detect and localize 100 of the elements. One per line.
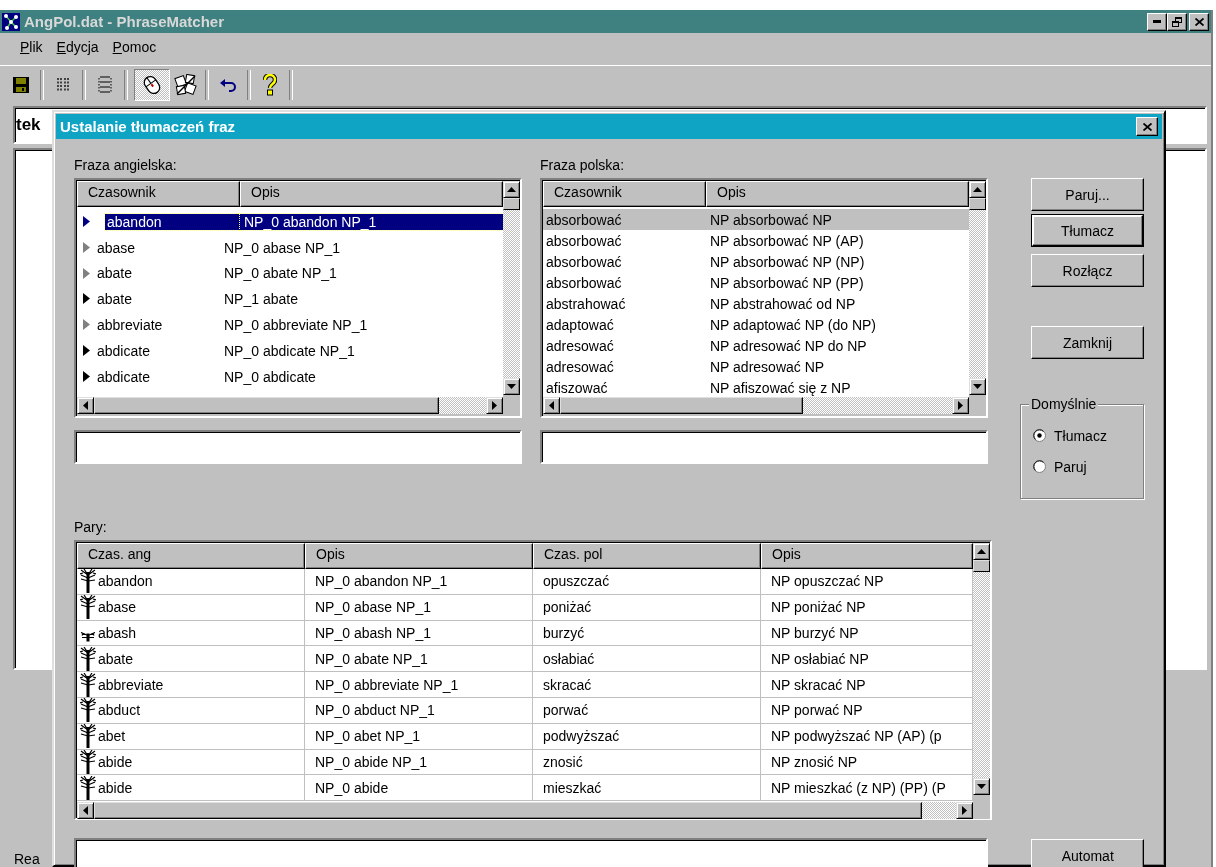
list-row[interactable]: absorbować NP absorbować NP <box>543 209 969 230</box>
cell-text: NP porwać NP <box>771 702 863 719</box>
cell-text: NP_0 abate NP_1 <box>315 650 428 667</box>
dialog-title: Ustalanie tłumaczeń fraz <box>60 118 236 135</box>
input-field[interactable] <box>540 430 988 464</box>
menu-item[interactable]: Pomoc <box>112 39 157 55</box>
down-arrow-icon <box>977 784 986 789</box>
column-header[interactable]: Czasownik <box>543 181 706 207</box>
group-label: Domyślnie <box>1029 396 1099 412</box>
close-button[interactable] <box>1189 12 1209 31</box>
tree-icon <box>80 595 96 620</box>
minimize-button[interactable] <box>1147 12 1167 31</box>
description-text: NP_0 abdicate <box>224 368 316 385</box>
tree-icon <box>80 672 96 697</box>
list-row[interactable]: abate NP_1 abate <box>77 286 503 313</box>
list-row[interactable]: abase NP_0 abase NP_1 <box>77 234 503 261</box>
scrollbar-thumb[interactable] <box>973 560 990 572</box>
verb-text: afiszować <box>546 379 608 396</box>
cell-text: abduct <box>98 702 141 719</box>
verb-text: abbreviate <box>97 317 163 334</box>
window-title: AngPol.dat - PhraseMatcher <box>24 13 226 30</box>
radio-button[interactable] <box>1033 460 1046 473</box>
scroll-down-button[interactable] <box>503 378 520 395</box>
scroll-up-button[interactable] <box>969 181 986 198</box>
input-field[interactable] <box>74 430 522 464</box>
table-label: Pary: <box>74 519 108 536</box>
list-row[interactable]: absorbować NP absorbować NP (AP) <box>543 230 969 251</box>
dialog-button[interactable]: Tłumacz <box>1031 214 1144 247</box>
list-row[interactable]: abandon NP_0 abandon NP_1 <box>77 209 503 235</box>
tree-icon <box>80 646 96 671</box>
tree-icon <box>80 569 96 594</box>
right-arrow-icon <box>492 401 497 410</box>
menu-item[interactable]: Edycja <box>56 39 99 55</box>
cell-text: NP_0 abash NP_1 <box>315 625 431 641</box>
cell-text: opuszczać <box>543 573 610 590</box>
dialog-button[interactable]: Paruj... <box>1031 178 1144 211</box>
list-label: Fraza polska: <box>540 157 626 174</box>
scrollbar-thumb[interactable] <box>94 397 439 414</box>
list-row[interactable]: absorbować NP absorbować NP (PP) <box>543 272 969 293</box>
scrollbar-thumb[interactable] <box>503 198 520 210</box>
radio-button[interactable] <box>1033 429 1046 442</box>
column-header[interactable]: Opis <box>761 543 973 569</box>
down-arrow-icon <box>973 384 982 389</box>
close-button[interactable] <box>1136 117 1158 136</box>
left-arrow-icon <box>549 401 554 410</box>
up-arrow-icon <box>977 549 986 554</box>
list-row[interactable]: adaptować NP adaptować NP (do NP) <box>543 314 969 335</box>
left-arrow-icon <box>83 401 88 410</box>
input-field[interactable] <box>74 838 989 867</box>
scroll-right-button[interactable] <box>952 397 969 414</box>
list-row[interactable]: abdicate NP_0 abdicate NP_1 <box>77 338 503 364</box>
scroll-left-button[interactable] <box>77 802 94 819</box>
list-row[interactable]: abbreviate NP_0 abbreviate NP_1 <box>77 312 503 338</box>
scroll-down-button[interactable] <box>969 378 986 395</box>
scroll-up-button[interactable] <box>503 181 520 198</box>
phrase-list[interactable] <box>540 178 988 418</box>
list-row[interactable]: abstrahować NP abstrahować od NP <box>543 293 969 314</box>
scroll-up-button[interactable] <box>973 543 990 560</box>
scroll-right-button[interactable] <box>956 802 973 819</box>
column-header[interactable]: Czas. ang <box>77 543 305 569</box>
up-arrow-icon <box>507 187 516 192</box>
list-row[interactable]: abdicate NP_0 abdicate <box>77 363 503 390</box>
cell-text: abbreviate <box>98 676 164 693</box>
scroll-left-button[interactable] <box>543 397 560 414</box>
cell-text: NP_0 abduct NP_1 <box>315 702 435 719</box>
description-text: NP abstrahować od NP <box>710 295 856 312</box>
scrollbar-thumb[interactable] <box>969 198 986 210</box>
column-header[interactable]: Opis <box>240 181 503 207</box>
toolbar-button[interactable] <box>134 69 170 101</box>
verb-text: adresować <box>546 358 614 375</box>
column-header[interactable]: Opis <box>706 181 969 207</box>
scroll-down-button[interactable] <box>973 778 990 795</box>
close-icon <box>1142 122 1152 131</box>
description-text: NP afiszować się z NP <box>710 379 851 396</box>
list-row[interactable]: absorbować NP absorbować NP (NP) <box>543 251 969 272</box>
sprout-icon <box>80 632 96 643</box>
phrase-list[interactable]: Czasownik Opis abandon NP_0 abandon NP_1 abase NP_0 abase NP_1 abate NP_0 abate NP_1 abate NP_1 abate abbreviate NP_0 abbreviate NP_1 abdicate NP_0 abdicate NP_1 abdicate NP_0 abdicate <box>74 178 522 418</box>
scroll-left-button[interactable] <box>77 397 94 414</box>
automat-button[interactable]: Automat <box>1031 839 1144 867</box>
scroll-right-button[interactable] <box>486 397 503 414</box>
verb-text: absorbować <box>546 274 622 291</box>
pairs-table[interactable] <box>74 540 992 820</box>
list-row[interactable]: adresować NP adresować NP do NP <box>543 335 969 356</box>
dialog-button[interactable]: Zamknij <box>1031 326 1144 359</box>
cell-text: abet <box>98 728 126 745</box>
scrollbar-thumb[interactable] <box>560 397 804 414</box>
list-row[interactable]: afiszować NP afiszować się z NP <box>543 377 969 397</box>
cell-text: NP_0 abase NP_1 <box>315 599 431 616</box>
dialog-button[interactable]: Rozłącz <box>1031 254 1144 287</box>
column-header[interactable]: Opis <box>305 543 533 569</box>
list-row[interactable]: abate NP_0 abate NP_1 <box>77 260 503 287</box>
restore-button[interactable] <box>1167 12 1187 31</box>
menu-item[interactable]: Plik <box>20 39 43 55</box>
list-row[interactable]: adresować NP adresować NP <box>543 356 969 377</box>
column-header[interactable]: Czas. pol <box>533 543 761 569</box>
column-header[interactable]: Czasownik <box>77 181 240 207</box>
cell-text: NP podwyższać NP (AP) (p <box>771 728 942 745</box>
radio-label: Paruj <box>1054 458 1087 475</box>
scrollbar-thumb[interactable] <box>94 802 922 819</box>
description-text: NP adresować NP do NP <box>710 337 867 354</box>
